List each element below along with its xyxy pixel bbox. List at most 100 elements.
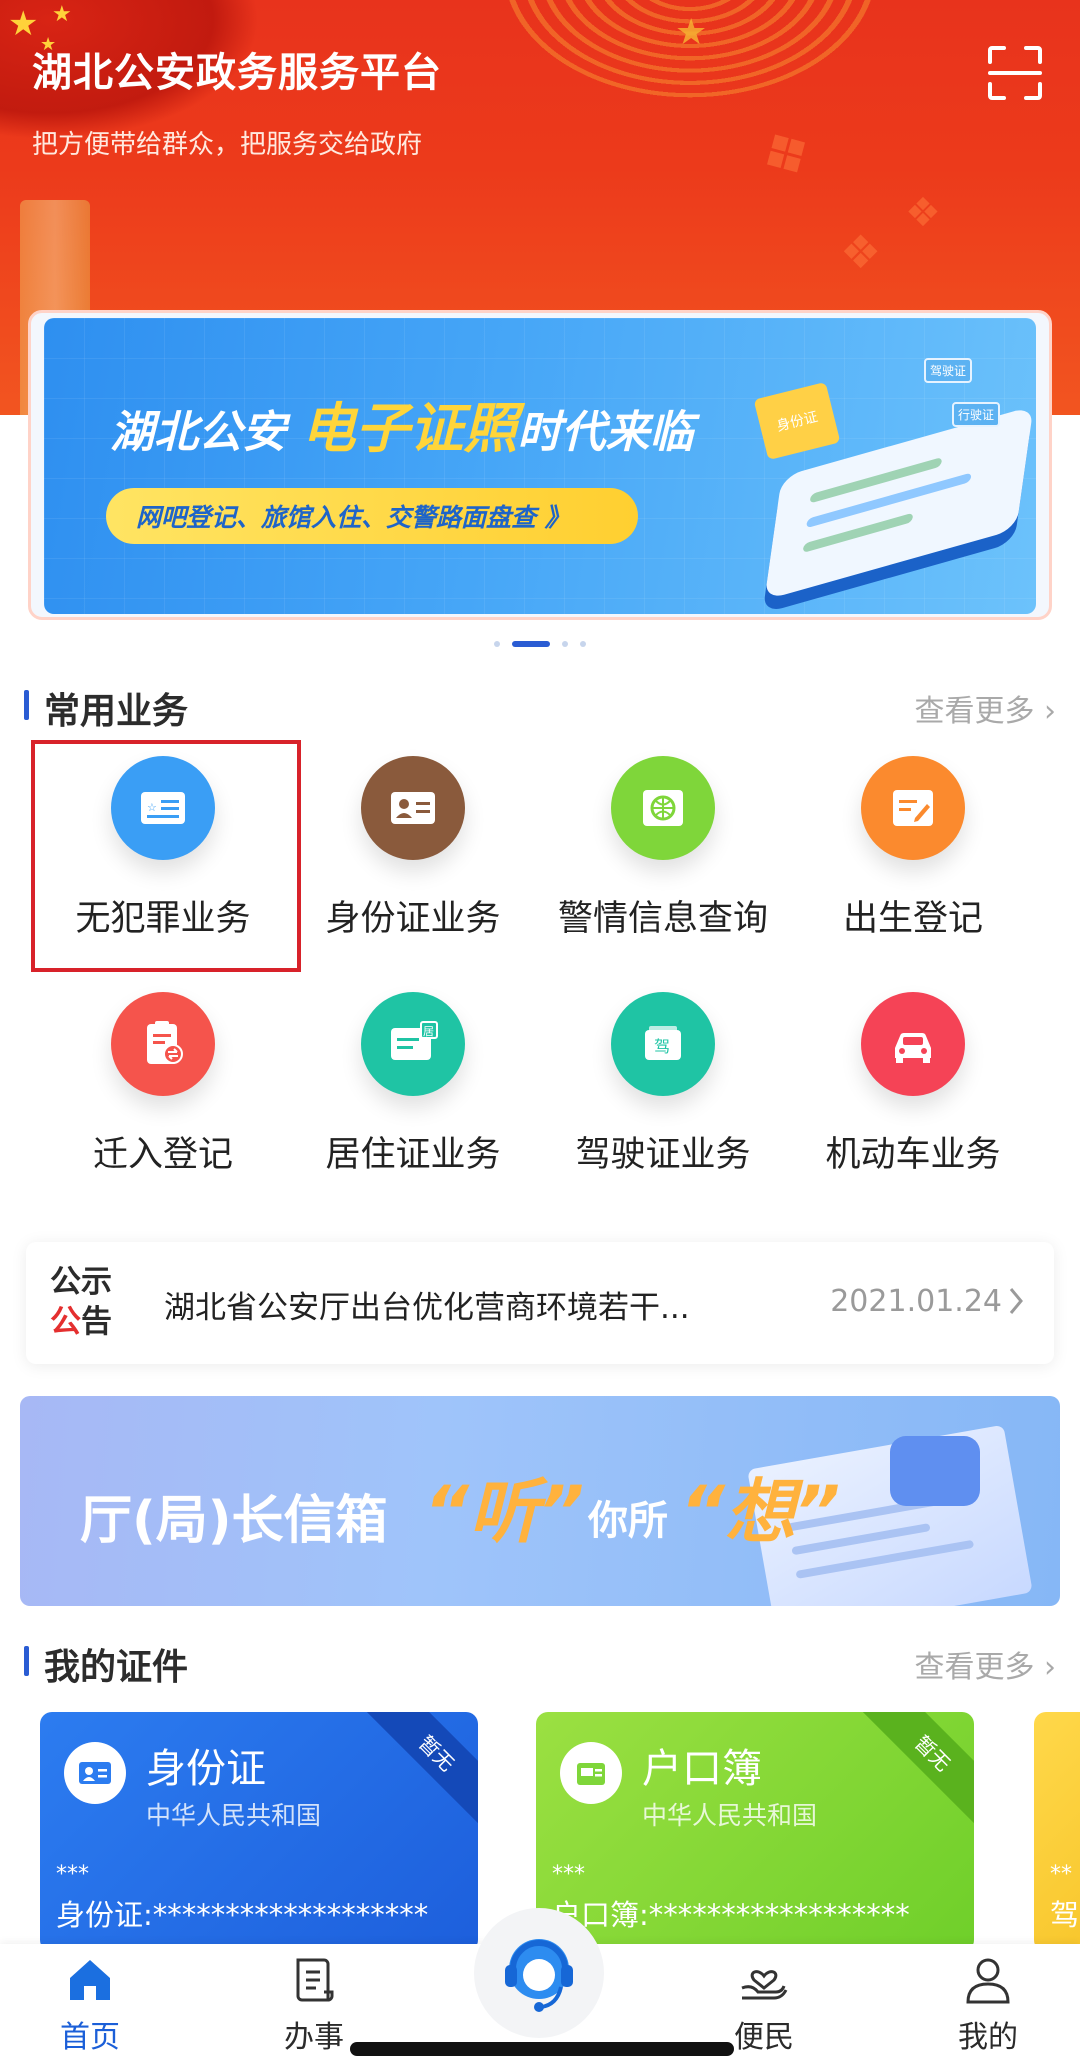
promo-banner[interactable]: 湖北公安 电子证照时代来临 网吧登记、旅馆入住、交警路面盘查 》 身份证 驾驶证… <box>44 318 1036 614</box>
scan-icon <box>988 46 1042 100</box>
id-card-icon <box>64 1742 126 1804</box>
certificate-masked-name: *** <box>56 1862 89 1887</box>
certificate-card-household[interactable]: 户口簿 中华人民共和国 *** 户口簿:****************** 暂… <box>536 1712 974 1952</box>
star-icon: ★ <box>52 2 72 27</box>
star-icon: ★ <box>8 4 39 44</box>
selection-highlight <box>31 740 301 972</box>
driver-license-icon: 驾 <box>611 992 715 1096</box>
scan-button[interactable] <box>986 44 1044 102</box>
form-pen-icon <box>861 756 965 860</box>
certificate-masked-name: *** <box>552 1862 585 1887</box>
certificate-status-ribbon: 暂无 <box>861 1712 974 1825</box>
notice-bar[interactable]: 公示 公告 湖北省公安厅出台优化营商环境若干... 2021.01.24 <box>26 1242 1054 1364</box>
notice-text[interactable]: 湖北省公安厅出台优化营商环境若干... <box>164 1282 690 1327</box>
tab-label: 首页 <box>60 2020 120 2055</box>
banner-headline-prefix: 湖北公安 <box>110 407 286 458</box>
service-driver-license[interactable]: 驾 驾驶证业务 <box>538 978 788 1178</box>
pagination-dot[interactable] <box>580 641 586 647</box>
dove-icon: ❖ <box>840 225 882 279</box>
chat-bubble-icon <box>890 1436 980 1506</box>
id-doc-card-label: 身份证 <box>774 409 820 435</box>
notice-tag-dark: 告 <box>81 1304 112 1340</box>
driver-badge: 驾 <box>654 1037 670 1056</box>
tab-label: 我的 <box>958 2020 1018 2055</box>
drive-tag: 行驶证 <box>952 402 1001 427</box>
service-motor-vehicle[interactable]: 机动车业务 <box>788 978 1038 1178</box>
notice-tag: 公示 公告 <box>50 1262 120 1342</box>
mailbox-title: 厅(局)长信箱 <box>80 1491 388 1551</box>
document-icon <box>296 1958 334 2002</box>
mailbox-quote-think: “想” <box>680 1471 841 1553</box>
certificates-title: 我的证件 <box>44 1647 189 1688</box>
reg-tag: 驾驶证 <box>924 358 973 383</box>
banner-headline: 湖北公安 电子证照时代来临 <box>110 384 693 463</box>
home-icon <box>70 1960 110 2000</box>
certificate-name: 身份证 <box>146 1746 266 1792</box>
certificate-number: 驾 <box>1050 1898 1080 1932</box>
certificate-country: 中华人民共和国 <box>642 1801 818 1830</box>
app-title: 湖北公安政务服务平台 <box>32 50 442 96</box>
customer-service-icon <box>505 1939 573 2012</box>
tab-profile[interactable]: 我的 <box>928 1954 1048 2055</box>
service-move-in-registration[interactable]: 迁入登记 <box>38 978 288 1178</box>
pagination-dot-active[interactable] <box>512 641 550 647</box>
certificate-number: 身份证:******************* <box>56 1898 429 1932</box>
tab-convenience[interactable]: 便民 <box>704 1954 824 2055</box>
banner-pagination <box>0 640 1080 648</box>
dove-icon: ❖ <box>905 190 941 236</box>
tab-home[interactable]: 首页 <box>30 1954 150 2055</box>
director-mailbox-banner[interactable]: 厅(局)长信箱 “听” 你所 “想” <box>20 1396 1060 1606</box>
service-label: 机动车业务 <box>825 1135 1001 1175</box>
pagination-dot[interactable] <box>562 641 568 647</box>
mailbox-quote-listen: “听” <box>424 1471 585 1553</box>
service-label: 驾驶证业务 <box>575 1135 751 1175</box>
globe-icon <box>611 756 715 860</box>
hand-heart-icon <box>741 1970 788 2000</box>
banner-headline-highlight: 电子证照 <box>301 397 518 460</box>
chevron-right-icon <box>1009 1288 1023 1314</box>
customer-service-button[interactable] <box>474 1908 604 2038</box>
service-residence-permit[interactable]: 居 居住证业务 <box>288 978 538 1178</box>
notice-date: 2021.01.24 <box>830 1284 1002 1319</box>
car-icon <box>861 992 965 1096</box>
certificate-card-driver[interactable]: ** 驾 <box>1034 1712 1080 1952</box>
banner-headline-suffix: 时代来临 <box>517 407 694 458</box>
certificates-section-header: 我的证件 查看更多 › <box>24 1638 1056 1688</box>
certificate-card-id[interactable]: 身份证 中华人民共和国 *** 身份证:******************* … <box>40 1712 478 1952</box>
phone-line <box>809 456 943 504</box>
services-section-header: 常用业务 查看更多 › <box>24 682 1056 732</box>
banner-pill: 网吧登记、旅馆入住、交警路面盘查 》 <box>106 488 638 544</box>
notice-tag-line1: 公示 <box>50 1264 112 1300</box>
certificate-name: 户口簿 <box>642 1746 762 1792</box>
service-label: 迁入登记 <box>92 1135 233 1175</box>
service-police-query[interactable]: 警情信息查询 <box>538 742 788 942</box>
service-id-card[interactable]: 身份证业务 <box>288 742 538 942</box>
residence-card-icon: 居 <box>361 992 465 1096</box>
notice-tag-red: 公 <box>50 1304 81 1340</box>
service-label: 出生登记 <box>842 899 983 939</box>
household-book-icon <box>560 1742 622 1804</box>
tab-services[interactable]: 办事 <box>254 1954 374 2055</box>
service-label: 居住证业务 <box>325 1135 501 1175</box>
emblem-star-icon: ★ <box>675 12 708 53</box>
service-label: 身份证业务 <box>325 899 501 939</box>
pagination-dot[interactable] <box>494 641 500 647</box>
services-more-link[interactable]: 查看更多 › <box>914 686 1056 730</box>
person-card-icon <box>361 756 465 860</box>
user-icon <box>966 1958 1010 2004</box>
section-accent-bar <box>24 690 29 720</box>
residence-badge: 居 <box>423 1025 434 1038</box>
service-birth-registration[interactable]: 出生登记 <box>788 742 1038 942</box>
certificate-status-ribbon: 暂无 <box>365 1712 478 1825</box>
app-subtitle: 把方便带给群众，把服务交给政府 <box>32 130 423 160</box>
notice-tag-line2: 公告 <box>50 1302 120 1342</box>
certificate-number: 户口簿:****************** <box>552 1898 910 1932</box>
service-label: 警情信息查询 <box>557 899 768 939</box>
mailbox-middle-text: 你所 <box>588 1498 668 1544</box>
dove-icon: ❖ <box>746 111 828 199</box>
certificates-more-link[interactable]: 查看更多 › <box>914 1642 1056 1686</box>
section-accent-bar <box>24 1646 29 1676</box>
certificate-country: 中华人民共和国 <box>146 1801 322 1830</box>
home-indicator <box>350 2042 734 2056</box>
transfer-doc-icon <box>111 992 215 1096</box>
